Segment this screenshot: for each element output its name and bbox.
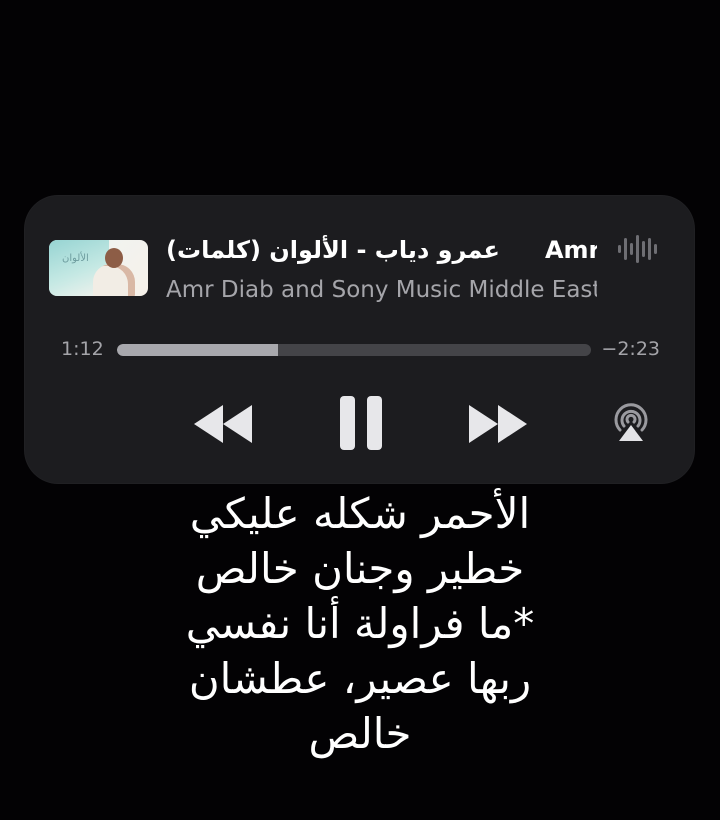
lyric-line: الأحمر شكله عليكي [189,489,531,538]
airplay-icon[interactable] [610,402,652,444]
now-playing-card: الألوان عمرو دياب - الألوان (كلمات) Amr … [24,195,695,484]
artwork-title-text: الألوان [62,253,89,264]
artist-name: Amr Diab and Sony Music Middle East [166,277,597,303]
lock-screen: الألوان عمرو دياب - الألوان (كلمات) Amr … [0,0,720,820]
lyric-line: خطير وجنان خالص [195,544,525,593]
song-title-latin: Amr Diab - Al Alwan [544,236,597,264]
song-title-marquee: عمرو دياب - الألوان (كلمات) Amr Diab - A… [166,234,597,266]
lyrics-overlay: الأحمر شكله عليكي خطير وجنان خالص *ما فر… [0,486,720,761]
lyric-line: ربها عصير، عطشان [188,654,532,703]
album-artwork: الألوان [49,240,148,296]
artist-head [105,248,123,268]
lyric-line: خالص [308,709,412,758]
playback-progress-fill [117,344,279,356]
rewind-icon[interactable] [190,400,256,448]
pause-icon[interactable] [337,394,385,452]
playback-progress-bar[interactable] [117,344,591,356]
elapsed-time: 1:12 [61,338,104,360]
artist-marquee: Amr Diab and Sony Music Middle East [166,274,597,306]
song-title-track: عمرو دياب - الألوان (كلمات) Amr Diab - A… [166,234,597,266]
lyric-line: *ما فراولة أنا نفسي [185,599,535,648]
artist-figure [93,264,135,296]
song-title-arabic: عمرو دياب - الألوان (كلمات) [166,236,500,264]
remaining-time: −2:23 [601,338,660,360]
waveform-icon [618,235,657,263]
fast-forward-icon[interactable] [465,400,532,448]
